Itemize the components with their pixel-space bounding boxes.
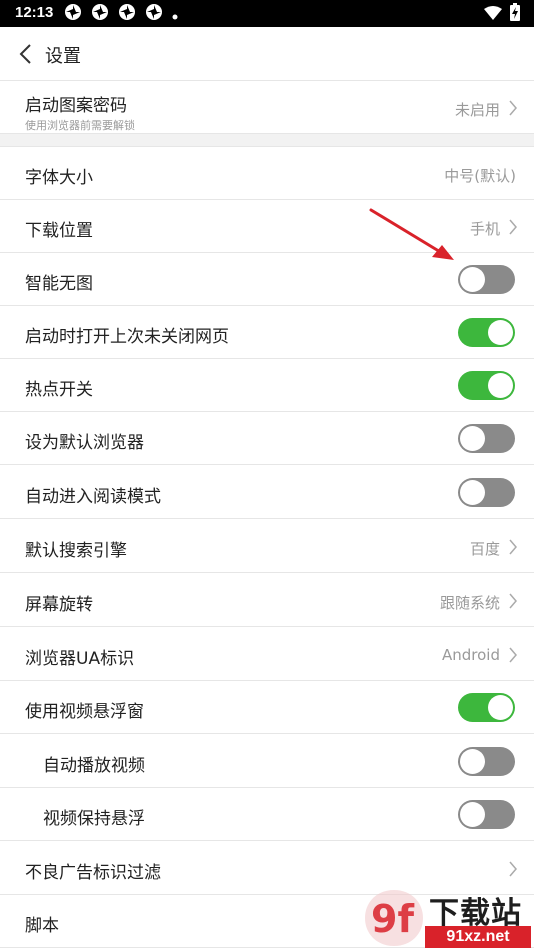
smart-no-image-toggle[interactable] [458, 265, 515, 294]
setting-hotspot: 热点开关 [0, 359, 534, 412]
pinwheel-icon [145, 3, 163, 25]
setting-user-agent[interactable]: 浏览器UA标识 Android [0, 628, 534, 681]
toggle-knob [488, 320, 513, 345]
chevron-right-icon [509, 647, 517, 663]
title-bar: 设置 [0, 27, 534, 81]
toggle-knob [460, 267, 485, 292]
keep-video-floating-toggle[interactable] [458, 800, 515, 829]
auto-reading-mode-toggle[interactable] [458, 478, 515, 507]
setting-label: 使用视频悬浮窗 [25, 702, 144, 722]
chevron-right-icon [509, 100, 517, 116]
setting-label: 启动图案密码 [25, 96, 127, 116]
setting-default-browser: 设为默认浏览器 [0, 412, 534, 465]
toggle-knob [460, 749, 485, 774]
toggle-knob [488, 373, 513, 398]
setting-value: 手机 [469, 220, 500, 238]
setting-autoplay-video: 自动播放视频 [0, 735, 534, 788]
setting-label: 字体大小 [25, 168, 93, 188]
section-divider [0, 134, 534, 147]
setting-description: 使用浏览器前需要解锁 [25, 119, 135, 132]
dot-icon [172, 5, 178, 24]
setting-value: 跟随系统 [439, 594, 500, 612]
toggle-knob [460, 426, 485, 451]
chevron-right-icon [509, 861, 517, 877]
default-browser-toggle[interactable] [458, 424, 515, 453]
setting-auto-reading-mode: 自动进入阅读模式 [0, 466, 534, 519]
hotspot-toggle[interactable] [458, 371, 515, 400]
wifi-icon [484, 5, 502, 24]
restore-tabs-toggle[interactable] [458, 318, 515, 347]
status-notification-icons [64, 3, 187, 25]
svg-text:9f: 9f [371, 897, 414, 941]
setting-label: 屏幕旋转 [25, 595, 93, 615]
toggle-knob [460, 802, 485, 827]
floating-video-toggle[interactable] [458, 693, 515, 722]
back-button[interactable] [10, 37, 40, 71]
watermark-logo: 9f [365, 890, 423, 946]
status-bar: 12:13 [0, 0, 534, 27]
setting-label: 智能无图 [25, 274, 93, 294]
setting-value: 百度 [469, 540, 500, 558]
setting-value: 中号(默认) [444, 167, 516, 185]
status-time: 12:13 [15, 4, 54, 21]
setting-restore-tabs: 启动时打开上次未关闭网页 [0, 306, 534, 359]
setting-label: 自动进入阅读模式 [25, 487, 161, 507]
setting-screen-rotation[interactable]: 屏幕旋转 跟随系统 [0, 574, 534, 627]
setting-label: 启动时打开上次未关闭网页 [25, 327, 229, 347]
setting-label: 下载位置 [25, 221, 93, 241]
setting-search-engine[interactable]: 默认搜索引擎 百度 [0, 520, 534, 573]
setting-label: 热点开关 [25, 380, 93, 400]
toggle-knob [488, 695, 513, 720]
setting-label: 脚本 [25, 916, 59, 936]
pinwheel-icon [91, 3, 109, 25]
setting-label: 不良广告标识过滤 [25, 863, 161, 883]
setting-label: 默认搜索引擎 [25, 541, 127, 561]
chevron-right-icon [509, 539, 517, 555]
watermark: 9f 下载站 91xz.net [359, 886, 534, 950]
pinwheel-icon [118, 3, 136, 25]
chevron-left-icon [19, 44, 31, 64]
setting-value: Android [442, 646, 500, 664]
chevron-right-icon [509, 219, 517, 235]
battery-charging-icon [510, 3, 520, 25]
setting-label: 浏览器UA标识 [25, 649, 135, 669]
watermark-domain: 91xz.net [425, 926, 531, 948]
autoplay-video-toggle[interactable] [458, 747, 515, 776]
setting-value: 未启用 [454, 101, 500, 119]
setting-pattern-lock[interactable]: 启动图案密码 使用浏览器前需要解锁 未启用 [0, 81, 534, 134]
page-title: 设置 [45, 46, 81, 67]
setting-label: 视频保持悬浮 [43, 809, 145, 829]
annotation-arrow-icon [369, 208, 454, 260]
setting-font-size[interactable]: 字体大小 中号(默认) [0, 147, 534, 200]
setting-label: 自动播放视频 [43, 756, 145, 776]
chevron-right-icon [509, 593, 517, 609]
setting-floating-video: 使用视频悬浮窗 [0, 681, 534, 734]
setting-keep-video-floating: 视频保持悬浮 [0, 788, 534, 841]
setting-label: 设为默认浏览器 [25, 433, 144, 453]
toggle-knob [460, 480, 485, 505]
pinwheel-icon [64, 3, 82, 25]
